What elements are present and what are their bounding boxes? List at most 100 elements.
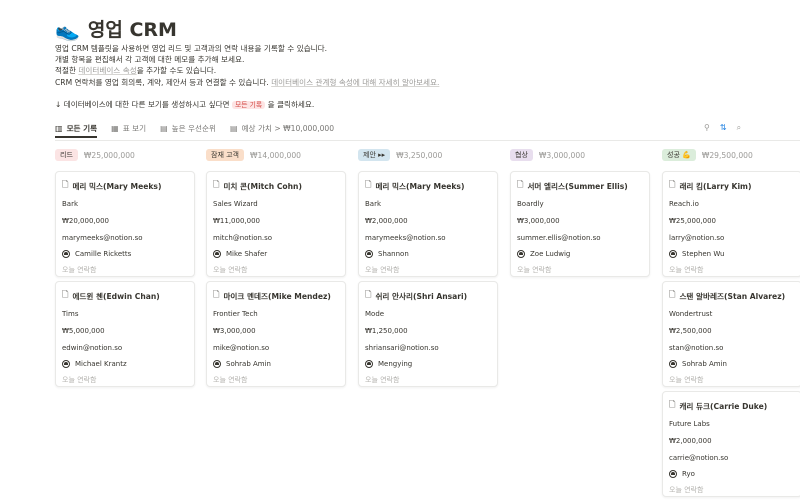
contact-card[interactable]: 🗋 메리 믹스(Mary Meeks) Bark ₩20,000,000 marymee… (55, 171, 195, 277)
contact-name: 캐리 듀크(Carrie Duke) (679, 401, 768, 411)
contact-name: 미치 콘(Mitch Cohn) (223, 181, 302, 191)
column-header: 잠재 고객 ₩14,000,000 (206, 148, 346, 162)
contact-email: marymeeks@notion.so (62, 234, 143, 242)
owner: Michael Krantz (62, 360, 127, 368)
card-title: 🗋 메리 믹스(Mary Meeks) (62, 179, 161, 193)
contact-card[interactable]: 🗋 쉬리 안사리(Shri Ansari) Mode ₩1,250,000 shrian… (358, 281, 498, 387)
page-description: 영업 CRM 템플릿을 사용하면 영업 리드 및 고객과의 연락 내용을 기록할… (55, 43, 535, 88)
board-column: 잠재 고객 ₩14,000,000 🗋 미치 콘(Mitch Cohn) Sales W… (206, 148, 346, 391)
deal-value: ₩2,000,000 (365, 217, 408, 225)
contact-name: 메리 믹스(Mary Meeks) (375, 181, 465, 191)
contact-email: marymeeks@notion.so (365, 234, 446, 242)
crm-page: 👟 영업 CRM 영업 CRM 템플릿을 사용하면 영업 리드 및 고객과의 연… (0, 0, 800, 499)
tab-label: 높은 우선순위 (171, 124, 216, 133)
column-header: 리드 ₩25,000,000 (55, 148, 195, 162)
owner-name: Camille Ricketts (75, 250, 132, 258)
owner: Zoe Ludwig (517, 250, 570, 258)
status-badge[interactable]: 리드 (55, 149, 78, 161)
page-icon: 🗋 (517, 180, 524, 189)
contact-email: edwin@notion.so (62, 344, 123, 352)
page-icon: 🗋 (669, 400, 676, 409)
status-badge[interactable]: 협상 (510, 149, 533, 161)
contact-card[interactable]: 🗋 마이크 멘데즈(Mike Mendez) Frontier Tech ₩3,000… (206, 281, 346, 387)
deal-value: ₩1,250,000 (365, 327, 408, 335)
deal-value: ₩11,000,000 (213, 217, 261, 225)
contact-card[interactable]: 🗋 래리 킴(Larry Kim) Reach.io ₩25,000,000 larry… (662, 171, 800, 277)
tab-expected-value[interactable]: ▤ 예상 가치 > ₩10,000,000 (230, 121, 334, 136)
board-icon: ▥ (55, 124, 63, 133)
column-total: ₩3,000,000 (538, 150, 586, 160)
status-badge[interactable]: 제안 ▸▸ (358, 149, 391, 161)
page-icon: 🗋 (62, 180, 69, 189)
owner-name: Shannon (378, 250, 409, 258)
column-header: 제안 ▸▸ ₩3,250,000 (358, 148, 498, 162)
deal-value: ₩3,000,000 (517, 217, 560, 225)
page-icon: 🗋 (669, 290, 676, 299)
last-contact: 오늘 연락함 (365, 266, 400, 274)
company-name: Bark (365, 200, 382, 208)
column-header: 성공 💪 ₩29,500,000 (662, 148, 800, 162)
sneaker-icon[interactable]: 👟 (55, 18, 80, 42)
contact-name: 메리 믹스(Mary Meeks) (72, 181, 162, 191)
page-title[interactable]: 영업 CRM (88, 18, 177, 42)
owner-name: Michael Krantz (75, 360, 127, 368)
card-title: 🗋 메리 믹스(Mary Meeks) (365, 179, 464, 193)
owner: Mengying (365, 360, 412, 368)
contact-card[interactable]: 🗋 서머 엘리스(Summer Ellis) Boardly ₩3,000,000 su… (510, 171, 650, 277)
page-icon: 🗋 (213, 180, 220, 189)
card-title: 🗋 에드윈 첸(Edwin Chan) (62, 289, 160, 303)
owner-name: Mike Shafer (226, 250, 268, 258)
description-line: 개별 항목을 편집해서 각 고객에 대한 메모를 추가해 보세요. (55, 55, 245, 65)
contact-card[interactable]: 🗋 스탠 알바레즈(Stan Alvarez) Wondertrust ₩2,500,… (662, 281, 800, 387)
relation-property-link[interactable]: 데이터베이스 관계형 속성에 대해 자세히 알아보세요. (271, 78, 439, 87)
deal-value: ₩2,000,000 (669, 437, 712, 445)
card-title: 🗋 쉬리 안사리(Shri Ansari) (365, 289, 467, 303)
contact-card[interactable]: 🗋 미치 콘(Mitch Cohn) Sales Wizard ₩11,000,000… (206, 171, 346, 277)
last-contact: 오늘 연락함 (365, 376, 400, 384)
owner: Camille Ricketts (62, 250, 131, 258)
tab-table-view[interactable]: ▦ 표 보기 (111, 121, 146, 136)
company-name: Reach.io (669, 200, 699, 208)
tab-all-records[interactable]: ▥ 모든 기록 (55, 121, 98, 138)
column-total: ₩25,000,000 (83, 150, 135, 160)
contact-name: 마이크 멘데즈(Mike Mendez) (223, 291, 331, 301)
column-total: ₩3,250,000 (396, 150, 443, 160)
owner-name: Zoe Ludwig (530, 250, 571, 258)
tab-label: 표 보기 (122, 124, 147, 133)
avatar (62, 250, 70, 258)
owner: Ryo (669, 470, 695, 478)
contact-card[interactable]: 🗋 에드윈 첸(Edwin Chan) Tims ₩5,000,000 edwin@no… (55, 281, 195, 387)
last-contact: 오늘 연락함 (669, 486, 704, 494)
status-badge[interactable]: 잠재 고객 (206, 149, 244, 161)
contact-email: mike@notion.so (213, 344, 270, 352)
board-column: 성공 💪 ₩29,500,000 🗋 래리 킴(Larry Kim) Reach.io ₩… (662, 148, 800, 501)
contact-name: 서머 엘리스(Summer Ellis) (527, 181, 628, 191)
column-total: ₩14,000,000 (250, 150, 301, 160)
avatar (669, 470, 677, 478)
deal-value: ₩20,000,000 (62, 217, 110, 225)
database-properties-link[interactable]: 데이터베이스 속성 (78, 66, 136, 75)
description-text: 을 추가할 수도 있습니다. (136, 66, 217, 76)
search-icon[interactable]: ⌕ (737, 123, 741, 133)
owner: Sohrab Amin (213, 360, 271, 368)
description-line: CRM 연락처를 영업 회의록, 계약, 제안서 등과 연결할 수 있습니다. … (55, 77, 535, 88)
page-icon: 🗋 (669, 180, 676, 189)
last-contact: 오늘 연락함 (517, 266, 552, 274)
deal-value: ₩3,000,000 (213, 327, 256, 335)
tab-high-priority[interactable]: ▤ 높은 우선순위 (160, 121, 216, 136)
description-text: 적절한 (55, 66, 79, 76)
view-hint: ↓ 데이터베이스에 대한 다른 보기를 생성하시고 싶다면 모든 기록 을 클릭… (55, 99, 314, 110)
contact-card[interactable]: 🗋 캐리 듀크(Carrie Duke) Future Labs ₩2,000,000… (662, 391, 800, 497)
column-total: ₩29,500,000 (701, 150, 753, 160)
card-title: 🗋 캐리 듀크(Carrie Duke) (669, 399, 767, 413)
sort-icon[interactable]: ⇅ (720, 123, 727, 133)
filter-icon[interactable]: ⚲ (704, 123, 710, 133)
list-icon: ▤ (160, 124, 168, 133)
contact-card[interactable]: 🗋 메리 믹스(Mary Meeks) Bark ₩2,000,000 marymeek… (358, 171, 498, 277)
tab-label: 예상 가치 > ₩10,000,000 (241, 124, 335, 133)
card-title: 🗋 서머 엘리스(Summer Ellis) (517, 179, 628, 193)
card-title: 🗋 래리 킴(Larry Kim) (669, 179, 751, 193)
company-name: Mode (365, 310, 385, 318)
status-badge[interactable]: 성공 💪 (662, 149, 696, 161)
contact-email: stan@notion.so (669, 344, 724, 352)
